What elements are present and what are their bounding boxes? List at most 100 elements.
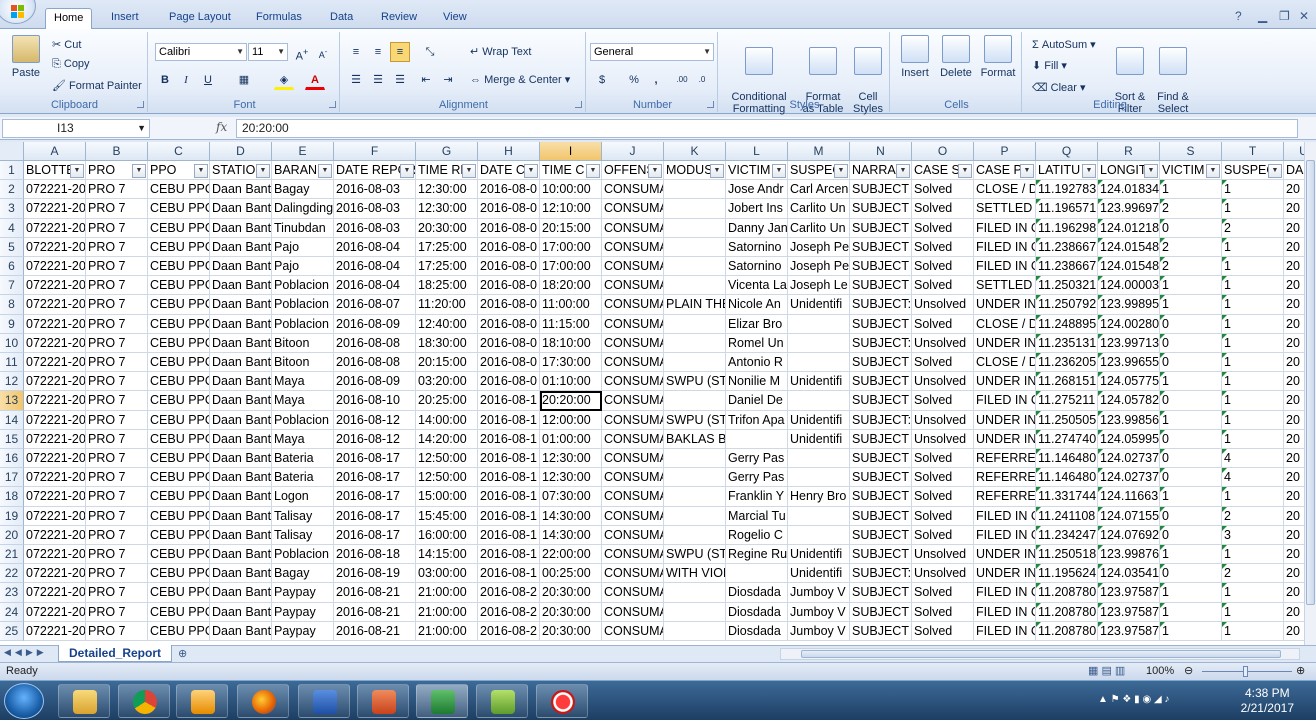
data-cell[interactable]: 20 <box>1284 333 1304 353</box>
data-cell[interactable]: 2016-08-17 <box>334 525 416 545</box>
data-cell[interactable]: Solved <box>912 199 974 219</box>
grow-font-icon[interactable]: A+ <box>292 42 312 63</box>
data-cell[interactable]: PRO 7 <box>86 333 148 353</box>
data-cell[interactable]: 1 <box>1222 257 1284 277</box>
data-cell[interactable]: Bateria <box>272 449 334 469</box>
column-header-c[interactable]: C <box>148 142 210 161</box>
data-cell[interactable]: PRO 7 <box>86 237 148 257</box>
data-cell[interactable]: Rogelio C <box>726 525 788 545</box>
data-cell[interactable]: 124.05775 <box>1098 372 1160 392</box>
data-cell[interactable]: Gerry Pas <box>726 449 788 469</box>
data-cell[interactable]: SUBJECT : <box>850 487 912 507</box>
column-header-o[interactable]: O <box>912 142 974 161</box>
data-cell[interactable]: BAKLAS BUBONG/DII <box>664 429 726 449</box>
data-cell[interactable]: REFERRED <box>974 487 1036 507</box>
data-cell[interactable]: CEBU PPO <box>148 525 210 545</box>
data-cell[interactable]: 11.195624 <box>1036 564 1098 584</box>
data-cell[interactable]: Vicenta La <box>726 276 788 296</box>
data-cell[interactable]: SUBJECT : <box>850 449 912 469</box>
data-cell[interactable]: Unidentifi <box>788 429 850 449</box>
data-cell[interactable]: 2016-08-1 <box>478 410 540 430</box>
data-cell[interactable]: CEBU PPO <box>148 621 210 641</box>
data-cell[interactable]: 072221-20 <box>24 257 86 277</box>
wrap-text-button[interactable]: ↵ Wrap Text <box>470 45 531 58</box>
data-cell[interactable]: 072221-20 <box>24 583 86 603</box>
data-cell[interactable]: CEBU PPO <box>148 180 210 200</box>
data-cell[interactable]: CONSUMATED MALI <box>602 621 664 641</box>
data-cell[interactable]: 0 <box>1160 564 1222 584</box>
data-cell[interactable]: FILED IN C <box>974 257 1036 277</box>
column-header-h[interactable]: H <box>478 142 540 161</box>
data-cell[interactable]: Satornino <box>726 237 788 257</box>
data-cell[interactable]: 11.275211 <box>1036 391 1098 411</box>
data-cell[interactable]: CLOSE / D <box>974 180 1036 200</box>
data-cell[interactable]: Romel Un <box>726 333 788 353</box>
row-header[interactable]: 18 <box>0 487 24 507</box>
data-cell[interactable]: 2016-08-04 <box>334 257 416 277</box>
data-cell[interactable]: Satornino <box>726 257 788 277</box>
data-cell[interactable]: 072221-20 <box>24 449 86 469</box>
data-cell[interactable]: Solved <box>912 257 974 277</box>
font-size-select[interactable]: 11 ▼ <box>248 43 288 61</box>
data-cell[interactable]: Daan Bant <box>210 276 272 296</box>
data-cell[interactable]: PRO 7 <box>86 583 148 603</box>
data-cell[interactable]: Daan Bant <box>210 218 272 238</box>
align-middle-icon[interactable]: ≡ <box>368 42 388 62</box>
data-cell[interactable]: 11.250518 <box>1036 545 1098 565</box>
data-cell[interactable]: 12:50:00 <box>416 449 478 469</box>
data-cell[interactable]: 11.268151 <box>1036 372 1098 392</box>
data-cell[interactable]: Paypay <box>272 583 334 603</box>
underline-button[interactable]: U <box>198 70 218 90</box>
taskbar-powerpoint[interactable] <box>357 684 409 718</box>
data-cell[interactable]: 1 <box>1160 621 1222 641</box>
filter-dropdown-icon[interactable]: ▼ <box>710 164 724 178</box>
data-cell[interactable]: 11.146480 <box>1036 468 1098 488</box>
format-cells-button[interactable]: Format <box>978 35 1018 79</box>
restore-icon[interactable]: ❐ <box>1279 9 1290 23</box>
data-cell[interactable]: Jumboy V <box>788 621 850 641</box>
data-cell[interactable] <box>664 276 726 296</box>
data-cell[interactable]: SUBJECT : <box>850 257 912 277</box>
data-cell[interactable]: 072221-20 <box>24 429 86 449</box>
filter-dropdown-icon[interactable]: ▼ <box>834 164 848 178</box>
column-header-n[interactable]: N <box>850 142 912 161</box>
data-cell[interactable]: 2 <box>1222 564 1284 584</box>
filter-dropdown-icon[interactable]: ▼ <box>586 164 600 178</box>
data-cell[interactable]: 11:15:00 <box>540 314 602 334</box>
data-cell[interactable]: SWPU (STI <box>664 545 726 565</box>
data-cell[interactable]: 2016-08-21 <box>334 602 416 622</box>
data-cell[interactable]: SUBJECT : <box>850 391 912 411</box>
data-cell[interactable]: Unidentifi <box>788 372 850 392</box>
data-cell[interactable]: 2016-08-1 <box>478 449 540 469</box>
data-cell[interactable]: 2016-08-09 <box>334 314 416 334</box>
data-cell[interactable]: Unsolved <box>912 295 974 315</box>
data-cell[interactable]: Solved <box>912 487 974 507</box>
data-cell[interactable]: Solved <box>912 621 974 641</box>
data-cell[interactable]: 22:00:00 <box>540 545 602 565</box>
data-cell[interactable]: CEBU PPO <box>148 583 210 603</box>
data-cell[interactable]: 124.01218 <box>1098 218 1160 238</box>
zoom-level[interactable]: 100% <box>1146 665 1174 677</box>
data-cell[interactable]: 4 <box>1222 468 1284 488</box>
data-cell[interactable]: 11.238667 <box>1036 237 1098 257</box>
tab-insert[interactable]: Insert <box>103 8 147 29</box>
data-cell[interactable]: 2016-08-04 <box>334 237 416 257</box>
data-cell[interactable]: 17:25:00 <box>416 237 478 257</box>
row-header[interactable]: 11 <box>0 353 24 373</box>
data-cell[interactable]: SUBJECT : <box>850 180 912 200</box>
data-cell[interactable]: 11.146480 <box>1036 449 1098 469</box>
data-cell[interactable]: Paypay <box>272 602 334 622</box>
data-cell[interactable]: CLOSE / D <box>974 353 1036 373</box>
font-color-button[interactable]: A <box>305 70 325 90</box>
data-cell[interactable]: PRO 7 <box>86 545 148 565</box>
data-cell[interactable]: 2016-08-1 <box>478 545 540 565</box>
filter-dropdown-icon[interactable]: ▼ <box>1144 164 1158 178</box>
data-cell[interactable]: 17:30:00 <box>540 353 602 373</box>
data-cell[interactable]: 11.192783 <box>1036 180 1098 200</box>
column-header-q[interactable]: Q <box>1036 142 1098 161</box>
data-cell[interactable] <box>664 583 726 603</box>
data-cell[interactable]: CONSUMA <box>602 545 664 565</box>
data-cell[interactable]: 11.208780 <box>1036 602 1098 622</box>
name-box[interactable]: I13 ▼ <box>2 119 150 138</box>
data-cell[interactable]: Solved <box>912 506 974 526</box>
